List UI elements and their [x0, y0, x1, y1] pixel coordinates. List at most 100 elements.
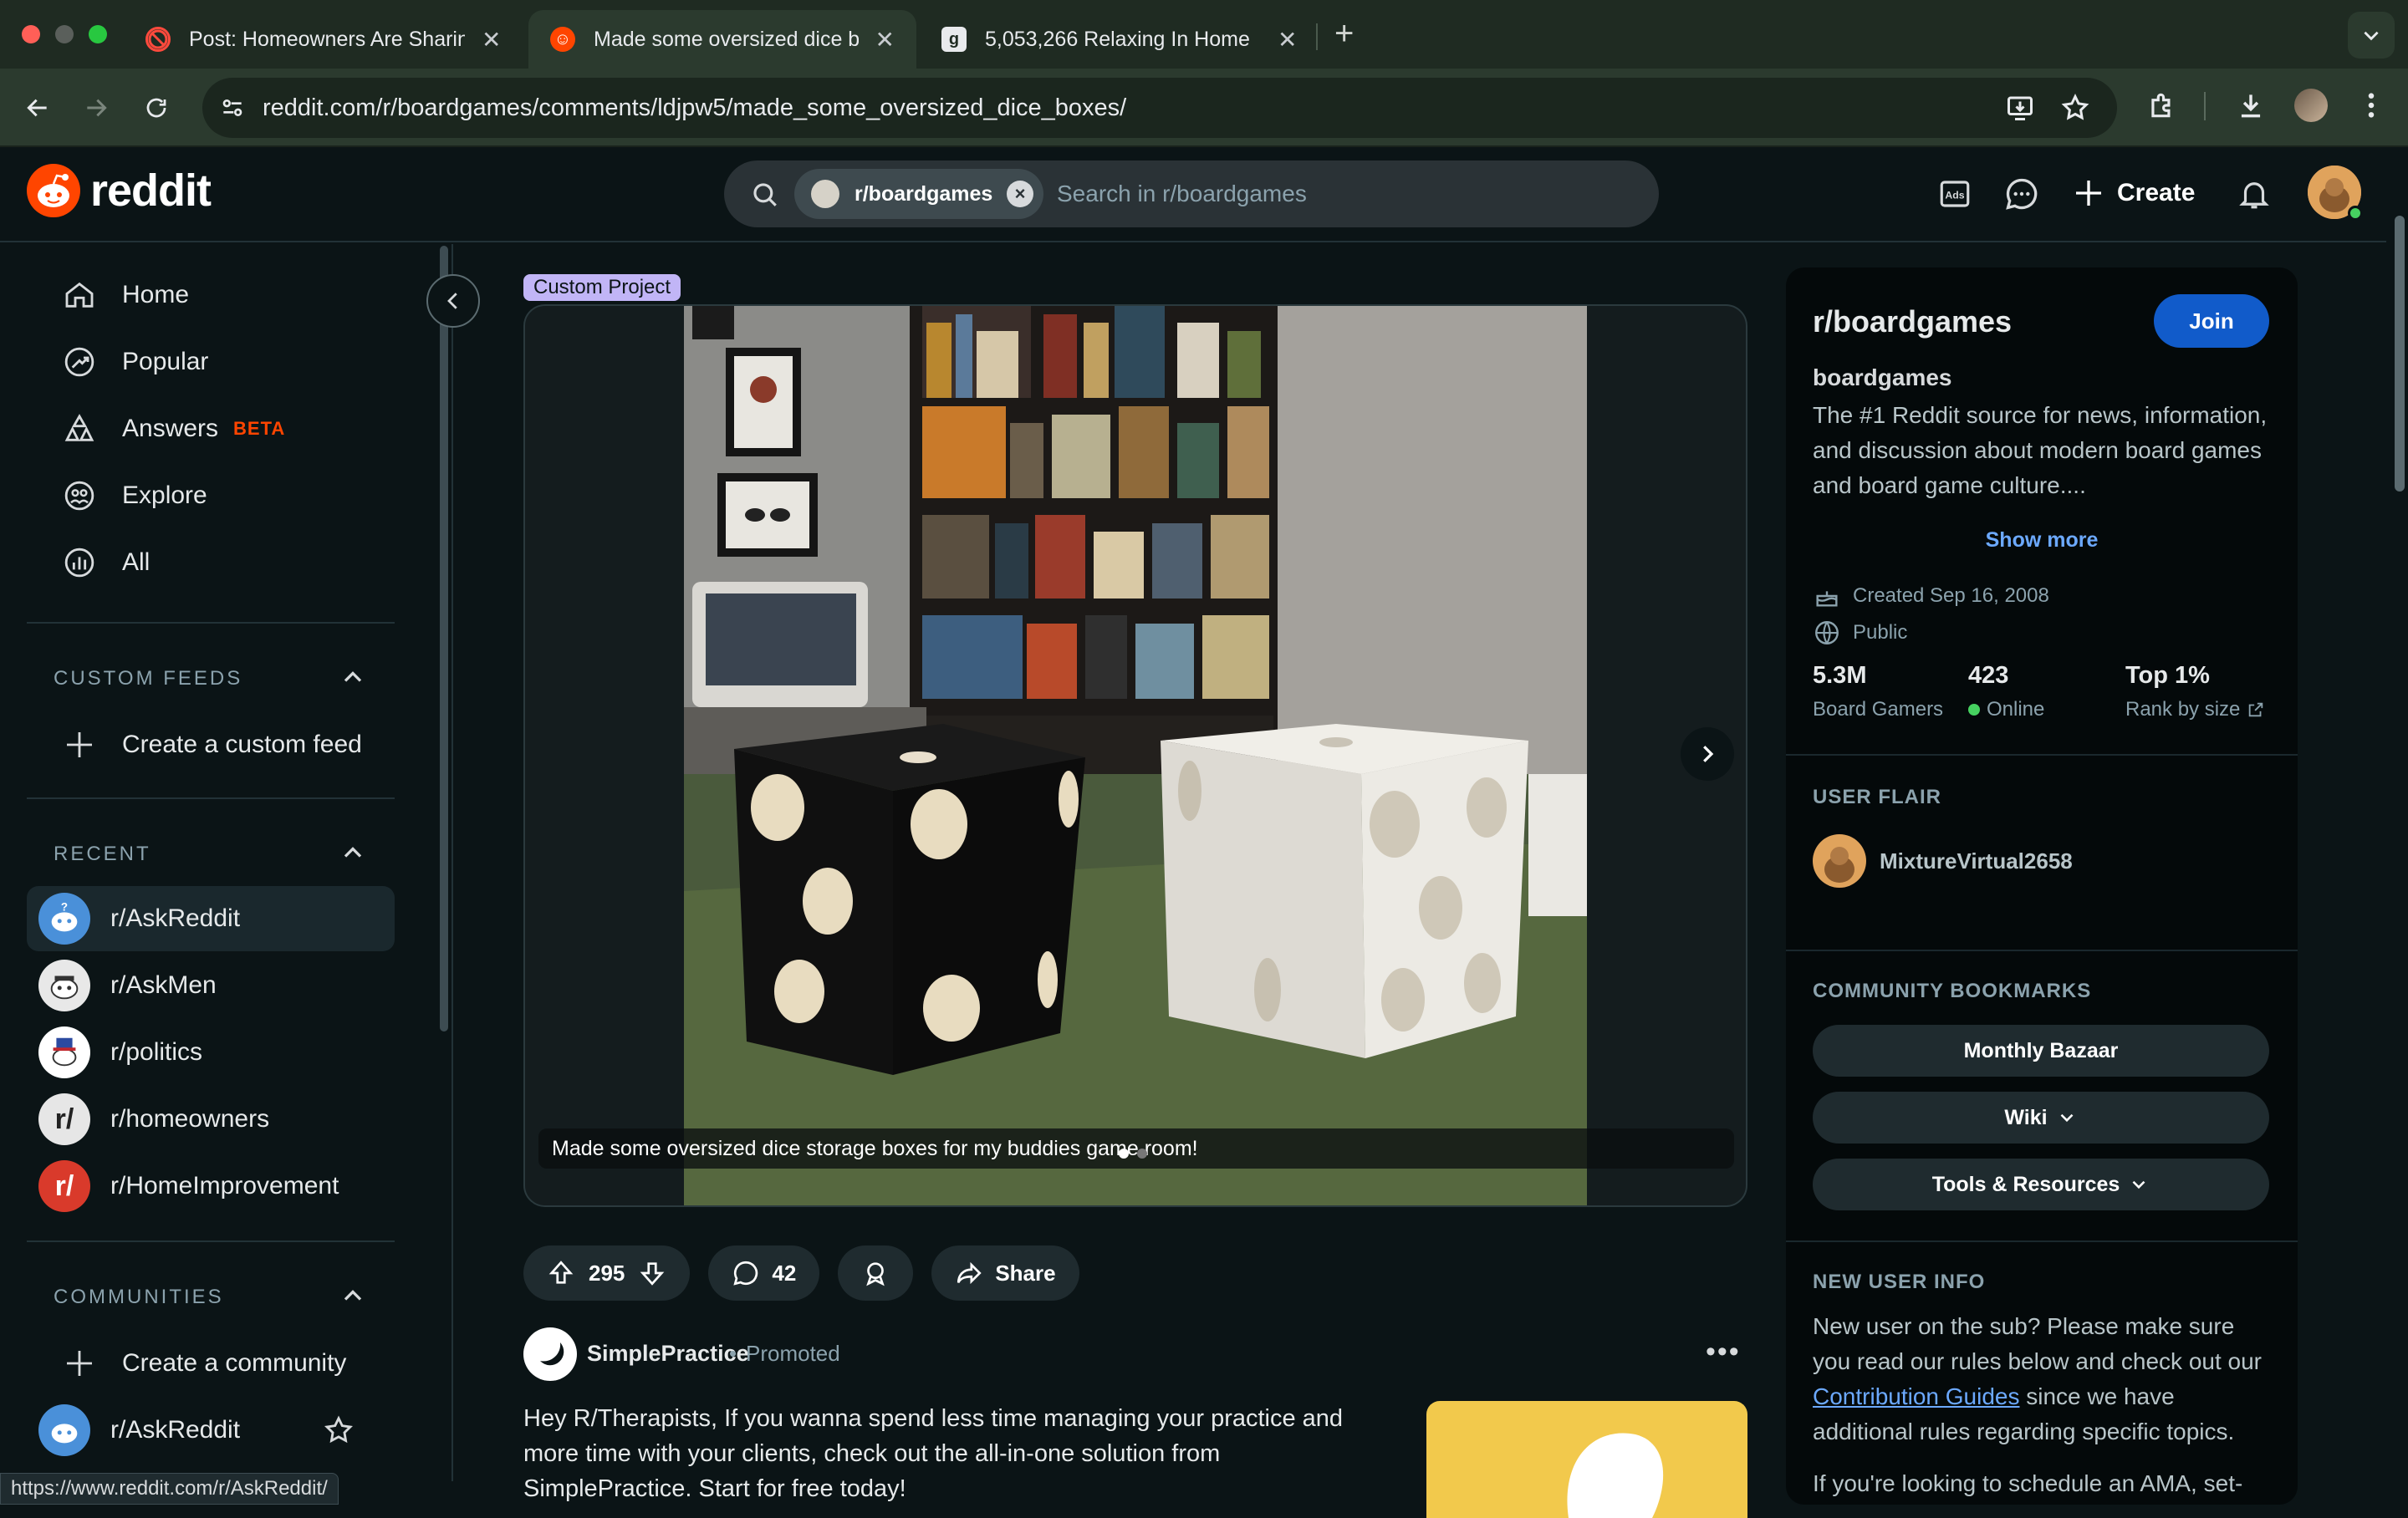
join-button[interactable]: Join: [2154, 294, 2269, 348]
downvote-icon[interactable]: [638, 1259, 666, 1287]
site-settings-icon[interactable]: [219, 94, 246, 125]
stat-value: 423: [1968, 662, 2009, 689]
ads-icon[interactable]: Ads: [1933, 172, 1977, 216]
community-item-askreddit[interactable]: r/AskReddit: [27, 1398, 395, 1463]
collapse-sidebar-button[interactable]: [426, 274, 480, 328]
clear-scope-icon[interactable]: ×: [1007, 181, 1033, 207]
forward-button[interactable]: [77, 89, 115, 127]
comment-count: 42: [772, 1260, 797, 1286]
gallery-dot-active[interactable]: [1119, 1149, 1129, 1159]
search-bar[interactable]: r/boardgames × Search in r/boardgames: [724, 160, 1659, 227]
extensions-icon[interactable]: [2144, 87, 2181, 124]
award-button[interactable]: [838, 1245, 914, 1301]
close-window-button[interactable]: [22, 25, 40, 43]
sidebar-scrollbar[interactable]: [440, 246, 448, 1032]
custom-feeds-heading: CUSTOM FEEDS: [54, 667, 243, 690]
recent-item-homeowners[interactable]: r/ r/homeowners: [27, 1087, 395, 1152]
bookmark-label: Wiki: [2004, 1105, 2048, 1129]
profile-avatar-icon[interactable]: [2293, 87, 2329, 124]
chevron-down-icon: [2060, 1113, 2073, 1123]
chevron-up-icon[interactable]: [338, 838, 368, 868]
promo-thumbnail[interactable]: [1426, 1401, 1747, 1518]
sidebar-item-label: r/AskMen: [110, 971, 217, 999]
search-input[interactable]: Search in r/boardgames: [1057, 181, 1307, 207]
meta-separator: •: [729, 1341, 737, 1366]
reload-button[interactable]: [137, 89, 176, 127]
gallery-next-button[interactable]: [1681, 727, 1734, 781]
chevron-up-icon[interactable]: [338, 1281, 368, 1311]
promoted-post[interactable]: SimplePractice • Promoted ••• Hey R/Ther…: [523, 1327, 1747, 1518]
create-post-button[interactable]: Create: [2072, 166, 2195, 221]
create-label: Create: [2117, 179, 2196, 206]
status-bar-url: https://www.reddit.com/r/AskReddit/: [0, 1473, 339, 1505]
visibility-text: Public: [1853, 621, 1908, 644]
sidebar-item-explore[interactable]: Explore: [27, 463, 395, 528]
show-more-link[interactable]: Show more: [1786, 528, 2298, 553]
browser-tab-bar: Post: Homeowners Are Sharin ✕ ☺ Made som…: [0, 0, 2408, 69]
comments-button[interactable]: 42: [708, 1245, 820, 1301]
sidebar-divider: [27, 797, 395, 799]
favorite-star-icon[interactable]: [323, 1414, 355, 1453]
sidebar-item-home[interactable]: Home: [27, 262, 395, 328]
new-user-heading: NEW USER INFO: [1813, 1271, 1986, 1293]
browser-menu-icon[interactable]: [2353, 87, 2390, 124]
chevron-up-icon[interactable]: [338, 662, 368, 692]
search-icon: [751, 181, 779, 213]
user-flair[interactable]: MixtureVirtual2658: [1813, 834, 2073, 888]
sidebar-item-popular[interactable]: Popular: [27, 329, 395, 395]
create-community-button[interactable]: Create a community: [27, 1331, 395, 1396]
page-scrollbar[interactable]: [2390, 149, 2408, 1505]
recent-item-politics[interactable]: r/politics: [27, 1020, 395, 1085]
toolbar-divider: [2204, 92, 2206, 120]
sidebar-item-all[interactable]: All: [27, 530, 395, 595]
post-flair[interactable]: Custom Project: [523, 274, 681, 301]
contribution-guides-link[interactable]: Contribution Guides: [1813, 1383, 2019, 1409]
post-image-gallery[interactable]: Made some oversized dice storage boxes f…: [523, 304, 1747, 1207]
bookmark-tools-resources[interactable]: Tools & Resources: [1813, 1159, 2269, 1210]
create-custom-feed-button[interactable]: Create a custom feed: [27, 712, 395, 777]
recent-item-askreddit[interactable]: ? r/AskReddit: [27, 886, 395, 951]
reddit-logo[interactable]: reddit: [27, 164, 212, 217]
bookmark-wiki[interactable]: Wiki: [1813, 1092, 2269, 1144]
stat-label: Rank by size: [2125, 698, 2241, 721]
blocked-favicon-icon: [145, 27, 171, 52]
maximize-window-button[interactable]: [89, 25, 107, 43]
search-scope-chip[interactable]: r/boardgames ×: [794, 169, 1043, 219]
bookmark-star-icon[interactable]: [2060, 93, 2090, 127]
gallery-dot[interactable]: [1137, 1149, 1147, 1159]
user-flair-name: MixtureVirtual2658: [1880, 848, 2073, 874]
install-app-icon[interactable]: [2005, 93, 2035, 127]
new-tab-button[interactable]: +: [1334, 15, 1354, 53]
close-tab-icon[interactable]: ✕: [482, 26, 501, 53]
svg-text:?: ?: [61, 900, 68, 913]
close-tab-icon[interactable]: ✕: [875, 26, 895, 53]
browser-tab-active[interactable]: ☺ Made some oversized dice bo ✕: [528, 10, 916, 69]
bookmark-monthly-bazaar[interactable]: Monthly Bazaar: [1813, 1025, 2269, 1077]
sidebar-divider: [1786, 754, 2298, 756]
minimize-window-button[interactable]: [55, 25, 74, 43]
share-button[interactable]: Share: [931, 1245, 1079, 1301]
address-bar[interactable]: reddit.com/r/boardgames/comments/ldjpw5/…: [202, 78, 2117, 138]
back-button[interactable]: [18, 89, 57, 127]
tab-search-button[interactable]: [2348, 12, 2395, 59]
more-options-icon[interactable]: •••: [1706, 1336, 1741, 1368]
notifications-bell-icon[interactable]: [2232, 172, 2276, 216]
close-tab-icon[interactable]: ✕: [1278, 26, 1297, 53]
browser-tab[interactable]: g 5,053,266 Relaxing In Home ✕: [920, 10, 1319, 69]
bookmark-label: Monthly Bazaar: [1963, 1038, 2119, 1062]
recent-item-homeimprovement[interactable]: r/ r/HomeImprovement: [27, 1154, 395, 1219]
tab-title: Made some oversized dice bo: [594, 27, 859, 51]
downloads-icon[interactable]: [2232, 87, 2269, 124]
stat-rank[interactable]: Top 1% Rank by size: [2125, 662, 2265, 721]
browser-tab[interactable]: Post: Homeowners Are Sharin ✕: [124, 10, 523, 69]
askreddit-avatar: [38, 1404, 90, 1456]
community-title[interactable]: r/boardgames: [1813, 304, 2012, 339]
sidebar-item-label: Explore: [122, 481, 207, 509]
chat-icon[interactable]: [2000, 172, 2043, 216]
advertiser-name[interactable]: SimplePractice: [587, 1341, 749, 1367]
upvote-icon[interactable]: [547, 1259, 575, 1287]
page-scrollbar-thumb[interactable]: [2395, 216, 2405, 492]
community-name: boardgames: [1813, 364, 1952, 390]
sidebar-item-answers[interactable]: Answers BETA: [27, 396, 395, 461]
recent-item-askmen[interactable]: r/AskMen: [27, 953, 395, 1018]
